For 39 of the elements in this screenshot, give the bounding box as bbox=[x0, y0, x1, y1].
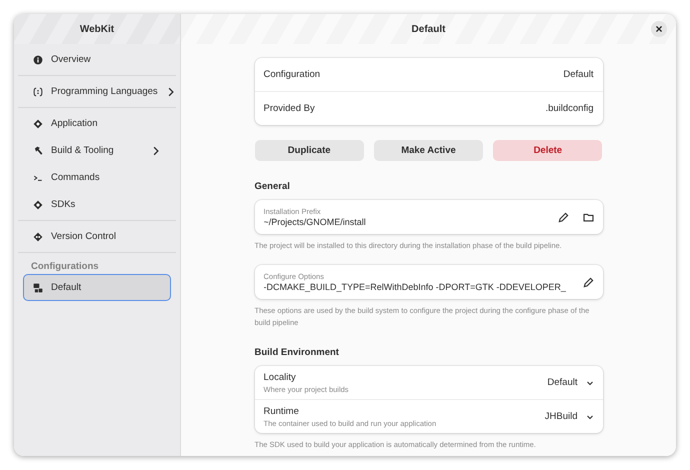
sidebar-item[interactable]: Build & Tooling bbox=[23, 137, 171, 164]
diamond-icon bbox=[33, 200, 43, 210]
dropdown-value[interactable]: Default bbox=[547, 377, 578, 388]
section-heading: Build Environment bbox=[254, 347, 340, 358]
pencil-icon[interactable] bbox=[582, 276, 594, 288]
devices-icon bbox=[33, 282, 43, 292]
chevron-down-icon[interactable] bbox=[586, 378, 594, 386]
action-button[interactable]: Make Active bbox=[374, 140, 484, 161]
sidebar-item[interactable]: Application bbox=[23, 110, 171, 137]
sidebar-title: WebKit bbox=[80, 24, 114, 34]
row-label: Configuration bbox=[264, 69, 320, 80]
section-heading: Configurations bbox=[30, 260, 100, 274]
row-value: Default bbox=[563, 69, 594, 80]
dropdown-value[interactable]: JHBuild bbox=[544, 411, 578, 422]
close-button[interactable]: × bbox=[651, 21, 667, 37]
chevron-down-icon[interactable] bbox=[586, 412, 594, 420]
folder-icon[interactable] bbox=[582, 212, 594, 222]
sidebar-item[interactable]: Programming Languages bbox=[23, 78, 171, 105]
sidebar-item[interactable]: Commands bbox=[23, 164, 171, 191]
row-label: Provided By bbox=[264, 103, 315, 114]
diamond-icon bbox=[33, 118, 43, 128]
row-value: .buildconfig bbox=[545, 103, 594, 114]
sidebar-item[interactable]: SDKs bbox=[23, 191, 171, 218]
pencil-icon[interactable] bbox=[558, 212, 568, 222]
info-icon bbox=[33, 54, 43, 64]
section-heading: General bbox=[254, 181, 291, 192]
sidebar-item[interactable]: Default bbox=[23, 274, 171, 301]
hammer-icon bbox=[33, 146, 43, 156]
delete-button[interactable]: Delete bbox=[493, 140, 602, 161]
row-title: Locality bbox=[264, 372, 297, 382]
field-value: -DCMAKE_BUILD_TYPE=RelWithDebInfo -DPORT=GTK -DDEVELOPER_ bbox=[264, 282, 567, 292]
action-button[interactable]: Duplicate bbox=[254, 140, 364, 161]
sidebar-item[interactable]: Overview bbox=[23, 46, 171, 73]
braces-icon bbox=[33, 86, 43, 96]
sidebar-item[interactable]: Version Control bbox=[23, 223, 171, 250]
field-value: ~/Projects/GNOME/install bbox=[264, 217, 367, 227]
diamond-icon bbox=[33, 232, 43, 242]
window-title: Default bbox=[412, 24, 446, 34]
row-title: Runtime bbox=[264, 406, 300, 416]
